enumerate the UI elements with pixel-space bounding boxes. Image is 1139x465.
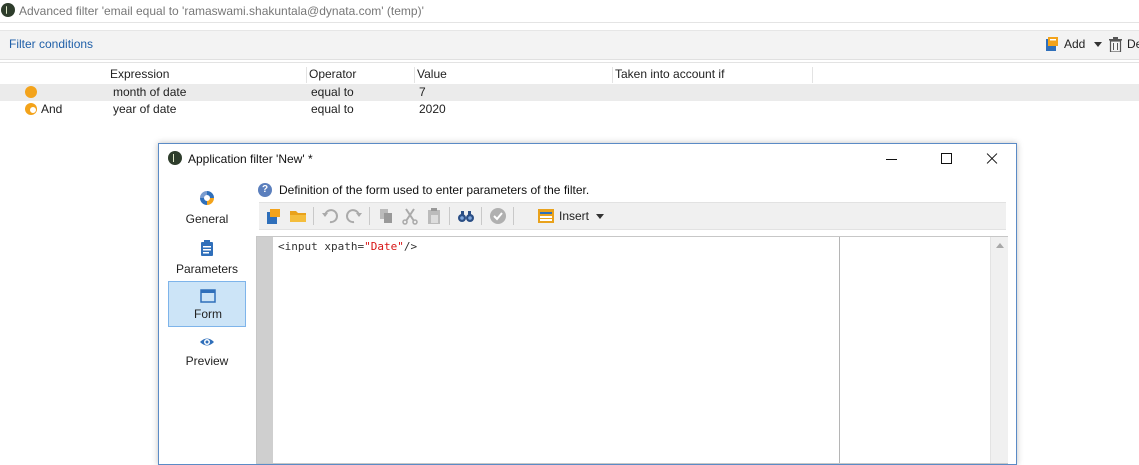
- insert-button[interactable]: Insert: [559, 209, 589, 223]
- form-code-editor[interactable]: <input xpath="Date"/>: [256, 236, 1008, 464]
- dialog-body: General Parameters Form Preview ? Defini…: [159, 174, 1016, 464]
- column-header-expression[interactable]: Expression: [107, 67, 307, 83]
- nav-item-parameters[interactable]: Parameters: [168, 236, 246, 282]
- nav-item-label: General: [185, 212, 229, 226]
- code-prefix: <input xpath=: [278, 240, 365, 253]
- dialog-nav: General Parameters Form Preview: [159, 174, 255, 464]
- main-window-titlebar: Advanced filter 'email equal to 'ramaswa…: [0, 0, 1139, 23]
- toolbar-separator: [449, 207, 450, 225]
- table-row[interactable]: month of date equal to 7: [0, 84, 1139, 101]
- condition-dot-icon: [25, 86, 37, 98]
- toolbar-separator: [513, 207, 514, 225]
- maximize-icon[interactable]: [935, 150, 957, 168]
- row-value: 2020: [419, 102, 446, 116]
- row-expression: month of date: [113, 85, 187, 99]
- add-button[interactable]: Add: [1064, 37, 1085, 51]
- help-description: Definition of the form used to enter par…: [279, 183, 590, 197]
- help-icon: ?: [258, 183, 272, 197]
- editor-vertical-scrollbar[interactable]: [990, 237, 1008, 463]
- open-folder-icon[interactable]: [289, 207, 307, 225]
- trash-icon[interactable]: [1109, 37, 1122, 52]
- filter-conditions-bar: Filter conditions Add De: [0, 30, 1139, 60]
- delete-button[interactable]: De: [1127, 37, 1139, 51]
- clipboard-icon: [201, 240, 213, 256]
- filter-conditions-title: Filter conditions: [9, 37, 94, 51]
- insert-dropdown-caret-icon[interactable]: [596, 214, 604, 219]
- application-filter-dialog: Application filter 'New' * General Param…: [158, 143, 1017, 465]
- check-icon[interactable]: [489, 207, 507, 225]
- column-header-taken-into-account[interactable]: Taken into account if: [612, 67, 813, 83]
- form-window-icon: [200, 289, 216, 303]
- cut-icon[interactable]: [401, 207, 419, 225]
- editor-code-line[interactable]: <input xpath="Date"/>: [278, 240, 417, 253]
- editor-toolbar: Insert: [259, 202, 1006, 230]
- undo-icon[interactable]: [321, 207, 339, 225]
- paste-icon[interactable]: [425, 207, 443, 225]
- editor-margin-line: [839, 237, 840, 463]
- nav-item-preview[interactable]: Preview: [168, 330, 246, 376]
- copy-icon[interactable]: [377, 207, 395, 225]
- toolbar-separator: [313, 207, 314, 225]
- nav-item-label: Form: [194, 307, 222, 321]
- row-logic-operator: And: [41, 102, 63, 116]
- toolbar-separator: [369, 207, 370, 225]
- row-value: 7: [419, 85, 426, 99]
- eye-icon: [200, 338, 214, 346]
- app-logo-icon: [168, 151, 182, 165]
- editor-gutter: [257, 237, 273, 463]
- add-condition-icon[interactable]: [1045, 36, 1059, 52]
- code-suffix: />: [403, 240, 418, 253]
- code-string-literal: "Date": [364, 240, 404, 253]
- toolbar-separator: [481, 207, 482, 225]
- dialog-title: Application filter 'New' *: [188, 152, 313, 166]
- nav-item-form[interactable]: Form: [168, 281, 246, 327]
- dialog-titlebar[interactable]: Application filter 'New' *: [159, 144, 1016, 174]
- nav-item-general[interactable]: General: [168, 186, 246, 232]
- table-row[interactable]: And year of date equal to 2020: [0, 101, 1139, 118]
- minimize-icon[interactable]: [881, 150, 903, 168]
- column-header-value[interactable]: Value: [414, 67, 613, 83]
- add-dropdown-caret-icon[interactable]: [1094, 42, 1102, 47]
- new-icon[interactable]: [265, 207, 283, 225]
- redo-icon[interactable]: [345, 207, 363, 225]
- row-expression: year of date: [113, 102, 177, 116]
- nav-item-label: Parameters: [175, 262, 239, 276]
- general-icon: [200, 191, 214, 205]
- insert-icon[interactable]: [537, 207, 555, 225]
- row-operator: equal to: [311, 85, 354, 99]
- app-logo-icon: [1, 3, 15, 17]
- main-window-title: Advanced filter 'email equal to 'ramaswa…: [19, 4, 424, 18]
- binoculars-icon[interactable]: [457, 207, 475, 225]
- row-operator: equal to: [311, 102, 354, 116]
- close-icon[interactable]: [981, 150, 1003, 168]
- column-header-operator[interactable]: Operator: [306, 67, 415, 83]
- and-operator-icon: [25, 103, 37, 115]
- nav-item-label: Preview: [185, 354, 229, 368]
- form-definition-panel: ? Definition of the form used to enter p…: [256, 174, 1008, 464]
